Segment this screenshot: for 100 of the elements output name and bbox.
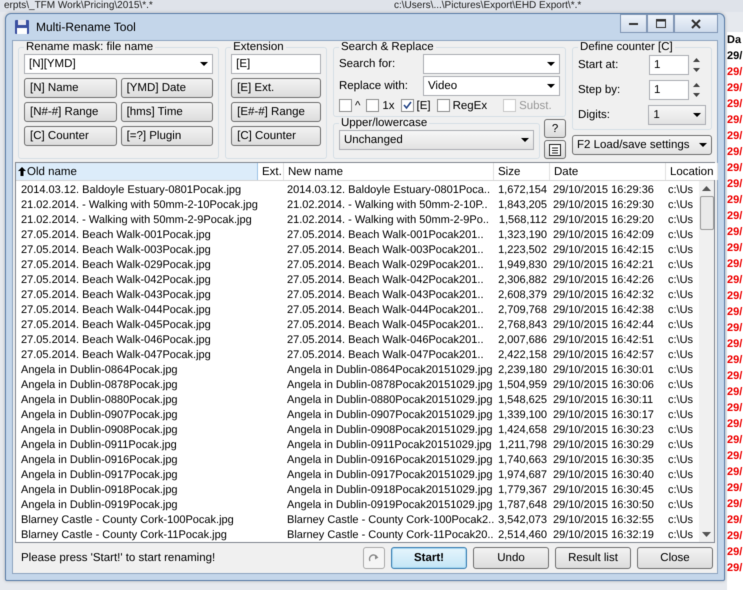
table-cell-text: Angela in Dublin-0918Pocak20151029.jpg [286, 483, 494, 498]
date-text: 29/ [727, 513, 743, 528]
table-cell-text: c:\Us [667, 243, 694, 258]
table-cell-text: 27.05.2014. Beach Walk-003Pocak201.. [286, 243, 485, 258]
table-cell-text: 29/10/2015 16:29:20 [552, 213, 655, 228]
replace-combo[interactable]: Video [422, 76, 560, 96]
redo-button[interactable] [363, 547, 385, 569]
scrollbar-thumb[interactable] [700, 196, 714, 230]
placeholder-button[interactable]: [E#-#] Range [231, 102, 321, 122]
table-cell-text: 1,424,658 [497, 423, 548, 438]
table-cell-text: c:\Us [667, 468, 694, 483]
table-cell-text: 29/10/2015 16:42:15 [552, 243, 655, 258]
column-header[interactable]: Old name [16, 163, 258, 180]
table-cell-text: 29/10/2015 16:30:06 [552, 378, 655, 393]
case-combo[interactable]: Unchanged [338, 130, 534, 150]
table-cell-text: 27.05.2014. Beach Walk-045Pocak.jpg [20, 318, 212, 333]
close-icon [691, 18, 701, 28]
number-field[interactable]: 1 [649, 80, 690, 100]
table-cell-text: 29/10/2015 16:30:17 [552, 408, 655, 423]
counter-label: Step by: [578, 84, 622, 96]
path-text: erpts\_TFM Work\Pricing\2015\*.* [3, 0, 154, 12]
search-label: Search for: [338, 58, 396, 70]
table-cell-text: Angela in Dublin-0878Pocak.jpg [20, 378, 179, 393]
mask-combo[interactable]: [N][YMD] [24, 54, 214, 74]
group-title: Rename mask: file name [25, 41, 154, 54]
table-cell-text: 2,007,686 [497, 333, 548, 348]
digits-combo[interactable]: 1 [648, 105, 706, 125]
date-text: 29/ [727, 497, 743, 512]
table-cell-text: 29/10/2015 16:42:38 [552, 303, 655, 318]
table-cell-text: c:\Us [667, 363, 694, 378]
placeholder-button[interactable]: [hms] Time [120, 102, 214, 122]
maximize-icon [656, 19, 666, 28]
number-field[interactable]: 1 [649, 55, 690, 75]
placeholder-button[interactable]: [N#-#] Range [24, 102, 117, 122]
checkbox[interactable] [400, 99, 414, 112]
table-cell-text: 27.05.2014. Beach Walk-047Pocak.jpg [20, 348, 212, 363]
table-cell-text: 21.02.2014. - Walking with 50mm-2-9Pocak.jpg [20, 213, 253, 228]
placeholder-button[interactable]: [C] Counter [231, 126, 321, 146]
table-cell-text: 1,843,205 [497, 198, 548, 213]
placeholder-button[interactable]: [=?] Plugin [120, 126, 214, 146]
dialog-button[interactable]: Close [637, 547, 713, 569]
maximize-button[interactable] [647, 14, 674, 33]
table-cell-text: c:\Us [667, 378, 694, 393]
table-cell-text: 2,306,882 [497, 273, 548, 288]
counter-label: Digits: [578, 109, 611, 121]
editor-button[interactable] [544, 140, 566, 159]
table-cell-text: Angela in Dublin-0919Pocak.jpg [20, 498, 179, 513]
checkbox[interactable] [366, 99, 380, 112]
caret-icon [521, 138, 530, 142]
table-cell-text: 29/10/2015 16:30:11 [552, 393, 654, 408]
table-cell-text: 27.05.2014. Beach Walk-001Pocak.jpg [20, 228, 212, 243]
group-title: Define counter [C] [579, 41, 674, 54]
checkbox[interactable] [436, 99, 450, 112]
table-cell-text: c:\Us [667, 423, 694, 438]
table-cell-text: Angela in Dublin-0907Pocak.jpg [20, 408, 179, 423]
table-cell-text: Angela in Dublin-0917Pocak.jpg [20, 468, 179, 483]
checkbox-label: [E] [416, 100, 431, 112]
placeholder-button[interactable]: [N] Name [24, 78, 117, 98]
table-cell-text: 1,339,100 [497, 408, 548, 423]
scroll-up-icon[interactable] [702, 186, 711, 191]
scroll-down-icon[interactable] [702, 532, 711, 537]
table-cell-text: c:\Us [667, 213, 694, 228]
extension-field[interactable]: [E] [231, 54, 321, 74]
checkbox-label: 1x [382, 100, 394, 112]
table-cell-text: 29/10/2015 16:30:23 [552, 423, 655, 438]
table-cell-text: 1,548,625 [497, 393, 548, 408]
table-cell-text: 27.05.2014. Beach Walk-044Pocak201.. [286, 303, 485, 318]
table-cell-text: 27.05.2014. Beach Walk-042Pocak.jpg [20, 273, 212, 288]
date-text: 29/ [727, 417, 743, 432]
table-cell-text: 1,672,154 [497, 183, 548, 198]
checkbox[interactable] [338, 99, 352, 112]
table-cell-text: Angela in Dublin-0918Pocak.jpg [20, 483, 179, 498]
table-cell-text: 1,974,687 [497, 468, 548, 483]
dialog-button[interactable]: Undo [473, 547, 549, 569]
date-text: 29/ [727, 241, 743, 256]
table-cell-text: 2,514,460 [497, 528, 548, 542]
placeholder-button[interactable]: [C] Counter [24, 126, 117, 146]
date-text: 29/ [727, 481, 743, 496]
placeholder-button[interactable]: [E] Ext. [231, 78, 321, 98]
table-cell-text: 29/10/2015 16:42:21 [552, 258, 655, 273]
dialog-button[interactable]: Start! [391, 547, 467, 569]
table-cell-text: 29/10/2015 16:30:40 [552, 468, 655, 483]
table-cell-text: Angela in Dublin-0916Pocak20151029.jpg [286, 453, 494, 468]
close-button[interactable] [674, 14, 718, 33]
group-title: Search & Replace [340, 41, 435, 54]
replace-label: Replace with: [338, 80, 409, 92]
table-cell-text: 3,542,073 [497, 513, 548, 528]
table-cell-text: 29/10/2015 16:32:55 [552, 513, 655, 528]
path-text: c:\Users\...\Pictures\Export\EHD Export\*.* [393, 0, 582, 12]
placeholder-button[interactable]: [YMD] Date [120, 78, 214, 98]
help-button[interactable]: ? [544, 119, 566, 138]
scrollbar[interactable] [699, 181, 714, 542]
table-cell-text: 27.05.2014. Beach Walk-001Pocak201.. [286, 228, 485, 243]
date-text: 29/ [727, 49, 743, 64]
table-cell-text: Blarney Castle - County Cork-11Pocak.jpg [20, 528, 228, 542]
dialog-button[interactable]: Result list [555, 547, 631, 569]
settings-combo[interactable]: F2 Load/save settings [572, 135, 712, 155]
table-cell-text: 27.05.2014. Beach Walk-029Pocak.jpg [20, 258, 212, 273]
minimize-button[interactable] [620, 14, 647, 33]
table-cell-text: Angela in Dublin-0919Pocak20151029.jpg [286, 498, 494, 513]
